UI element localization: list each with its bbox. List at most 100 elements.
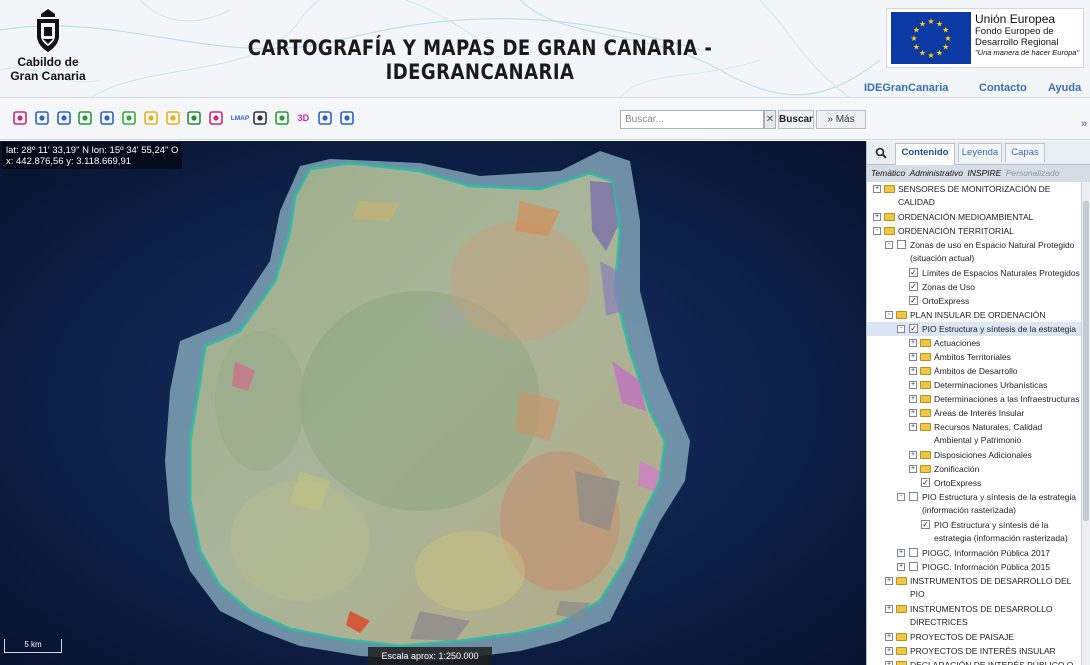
expand-icon[interactable]: +: [885, 577, 893, 585]
tree-row[interactable]: + Ámbitos Territoriales: [867, 350, 1081, 364]
expand-icon[interactable]: +: [873, 213, 881, 221]
collapse-icon[interactable]: -: [897, 493, 905, 501]
tree-row[interactable]: - ORDENACIÓN TERRITORIAL: [867, 224, 1081, 238]
tree-row[interactable]: ✓ Zonas de Uso: [867, 280, 1081, 294]
zoom-out-icon[interactable]: [56, 110, 72, 126]
expand-icon[interactable]: +: [909, 395, 917, 403]
expand-icon[interactable]: +: [909, 367, 917, 375]
area-ruler-icon[interactable]: [165, 110, 181, 126]
split-icon[interactable]: [317, 110, 333, 126]
layer-checkbox[interactable]: ✓: [921, 478, 930, 487]
layer-checkbox[interactable]: [909, 562, 918, 571]
tree-row[interactable]: + Ámbitos de Desarrollo: [867, 364, 1081, 378]
label-icon[interactable]: LMAP: [230, 110, 250, 126]
expand-icon[interactable]: +: [909, 339, 917, 347]
binoculars-icon[interactable]: [121, 110, 137, 126]
collapse-icon[interactable]: -: [885, 311, 893, 319]
link-idegrancanaria[interactable]: IDEGranCanaria: [864, 82, 948, 94]
crest-icon: [37, 9, 59, 52]
expand-icon[interactable]: +: [885, 633, 893, 641]
expand-right-icon[interactable]: »: [1081, 118, 1087, 130]
expand-icon[interactable]: +: [897, 563, 905, 571]
scrollbar-thumb[interactable]: [1083, 201, 1089, 521]
ruler-icon[interactable]: [143, 110, 159, 126]
expand-icon[interactable]: +: [909, 353, 917, 361]
expand-icon[interactable]: +: [873, 185, 881, 193]
scale-bar: 5 km: [4, 639, 62, 653]
eu-line3: Desarrollo Regional: [975, 37, 1059, 48]
subtab-tematico[interactable]: Temático: [871, 168, 905, 178]
tree-row[interactable]: + PIOGC. Información Pública 2015: [867, 560, 1081, 574]
profile-icon[interactable]: [186, 110, 202, 126]
expand-icon[interactable]: +: [897, 549, 905, 557]
expand-icon[interactable]: +: [885, 605, 893, 613]
tree-row[interactable]: + PROYECTOS DE INTERÉS INSULAR: [867, 644, 1081, 658]
tree-row[interactable]: ✓ Límites de Espacios Naturales Protegido…: [867, 266, 1081, 280]
tree-row[interactable]: + PIOGC. Información Pública 2017: [867, 546, 1081, 560]
tree-row[interactable]: + Actuaciones: [867, 336, 1081, 350]
expand-icon[interactable]: +: [885, 661, 893, 665]
link-contacto[interactable]: Contacto: [979, 82, 1027, 94]
expand-icon[interactable]: +: [909, 465, 917, 473]
subtab-personalizado[interactable]: Personalizado: [1006, 168, 1060, 178]
tree-row[interactable]: ✓ PIO Estructura y síntesis de la: [867, 518, 1081, 532]
collapse-icon[interactable]: -: [897, 325, 905, 333]
tree-row[interactable]: ✓ OrtoExpress: [867, 476, 1081, 490]
expand-icon[interactable]: +: [885, 647, 893, 655]
layers-icon[interactable]: [274, 110, 290, 126]
tab-capas[interactable]: Capas: [1005, 143, 1045, 162]
map-canvas[interactable]: [0, 141, 866, 665]
tree-row[interactable]: - PIO Estructura y síntesis de la estrate…: [867, 490, 1081, 504]
layer-checkbox[interactable]: [897, 240, 906, 249]
zoom-in-icon[interactable]: [34, 110, 50, 126]
layer-checkbox[interactable]: [909, 548, 918, 557]
clear-search-icon[interactable]: ✕: [764, 110, 776, 129]
search-input[interactable]: [620, 110, 764, 129]
tree-row[interactable]: + ORDENACIÓN MEDIOAMBIENTAL: [867, 210, 1081, 224]
collapse-icon[interactable]: -: [873, 227, 881, 235]
tree-row[interactable]: - ✓ PIO Estructura y síntesis de la estrat…: [867, 322, 1081, 336]
layer-checkbox[interactable]: ✓: [909, 268, 918, 277]
tree-row[interactable]: + Zonificación: [867, 462, 1081, 476]
layer-checkbox[interactable]: [909, 492, 918, 501]
search-icon[interactable]: [871, 144, 891, 162]
tree-row[interactable]: + INSTRUMENTOS DE DESARROLLO: [867, 602, 1081, 616]
tree-row[interactable]: + Determinaciones a las Infraestructuras: [867, 392, 1081, 406]
tree-row[interactable]: + INSTRUMENTOS DE DESARROLLO DEL: [867, 574, 1081, 588]
expand-icon[interactable]: +: [909, 423, 917, 431]
map-viewport[interactable]: lat: 28º 11' 33,19" N lon: 15º 34' 55,24…: [0, 141, 866, 665]
subtab-inspire[interactable]: INSPIRE: [967, 168, 1001, 178]
collapse-icon[interactable]: -: [885, 241, 893, 249]
3d-icon[interactable]: 3D: [295, 110, 311, 126]
tree-row[interactable]: + Determinaciones Urbanísticas: [867, 378, 1081, 392]
link-ayuda[interactable]: Ayuda: [1048, 82, 1081, 94]
tree-row[interactable]: + Recursos Naturales, Calidad: [867, 420, 1081, 434]
cabildo-logo[interactable]: Cabildo de Gran Canaria: [10, 8, 86, 88]
copy-icon[interactable]: [252, 110, 268, 126]
search-button[interactable]: Buscar: [778, 110, 814, 129]
expand-icon[interactable]: +: [909, 451, 917, 459]
tree-row[interactable]: + Disposiciones Adicionales: [867, 448, 1081, 462]
zoom-extent-icon[interactable]: [12, 110, 28, 126]
tab-contenido[interactable]: Contenido: [895, 143, 955, 165]
tree-row[interactable]: + DECLARACIÓN DE INTERÉS PÚBLICO O: [867, 658, 1081, 665]
tab-leyenda[interactable]: Leyenda: [958, 143, 1002, 162]
print-icon[interactable]: [208, 110, 224, 126]
expand-icon[interactable]: +: [909, 381, 917, 389]
tree-row[interactable]: - Zonas de uso en Espacio Natural Protegi…: [867, 238, 1081, 252]
tree-row[interactable]: + PROYECTOS DE PAISAJE: [867, 630, 1081, 644]
subtab-administrativo[interactable]: Administrativo: [910, 168, 963, 178]
arrow-left-icon[interactable]: [99, 110, 115, 126]
share-icon[interactable]: [339, 110, 355, 126]
layer-checkbox[interactable]: ✓: [909, 282, 918, 291]
tree-row[interactable]: + Áreas de Interés Insular: [867, 406, 1081, 420]
more-button[interactable]: » Más: [816, 110, 866, 129]
tree-row[interactable]: - PLAN INSULAR DE ORDENACIÓN: [867, 308, 1081, 322]
globe-icon[interactable]: [77, 110, 93, 126]
layer-checkbox[interactable]: ✓: [909, 296, 918, 305]
layer-checkbox[interactable]: ✓: [921, 520, 930, 529]
expand-icon[interactable]: +: [909, 409, 917, 417]
tree-row[interactable]: + SENSORES DE MONITORIZACIÓN DE: [867, 182, 1081, 196]
layer-checkbox[interactable]: ✓: [909, 324, 918, 333]
tree-row[interactable]: ✓ OrtoExpress: [867, 294, 1081, 308]
